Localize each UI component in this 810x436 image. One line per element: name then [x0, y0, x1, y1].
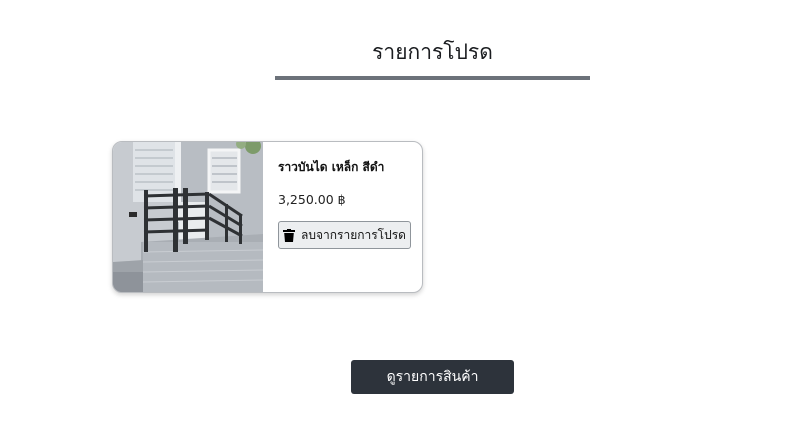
title-underline	[275, 76, 590, 80]
remove-button-label: ลบจากรายการโปรด	[301, 227, 406, 242]
view-products-button[interactable]: ดูรายการสินค้า	[351, 360, 514, 394]
trash-icon	[283, 228, 295, 242]
favorites-page: รายการโปรด ราวบันได เหล็ก สีดำ 3,250.00 …	[0, 0, 810, 436]
product-name[interactable]: ราวบันได เหล็ก สีดำ	[278, 158, 414, 177]
product-image[interactable]	[113, 142, 263, 292]
product-details: ราวบันได เหล็ก สีดำ 3,250.00 ฿ ลบจากรายก…	[278, 158, 414, 249]
favorite-product-card: ราวบันได เหล็ก สีดำ 3,250.00 ฿ ลบจากรายก…	[112, 141, 423, 293]
product-price: 3,250.00 ฿	[278, 192, 346, 207]
remove-from-favorites-button[interactable]: ลบจากรายการโปรด	[278, 221, 411, 249]
page-title: รายการโปรด	[372, 40, 493, 64]
